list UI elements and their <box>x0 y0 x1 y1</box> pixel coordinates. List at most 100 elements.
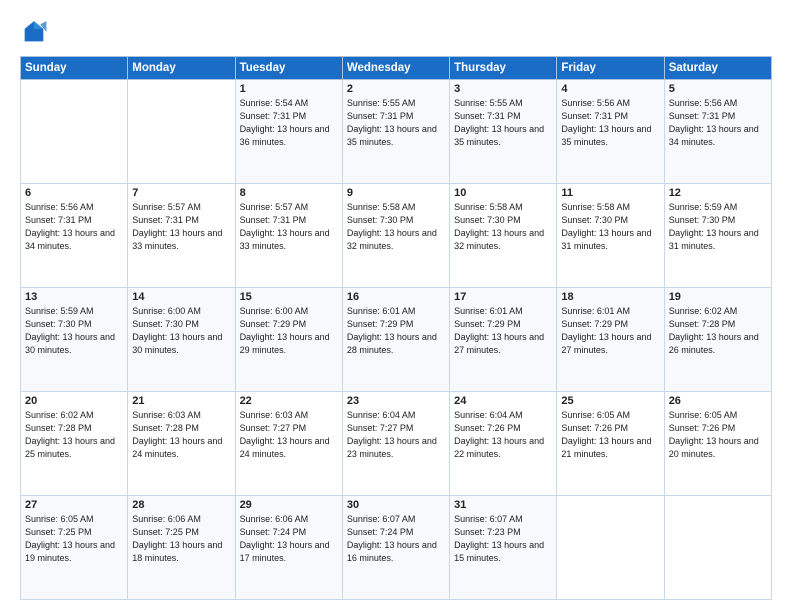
day-number: 15 <box>240 291 338 303</box>
day-info: Sunrise: 5:58 AMSunset: 7:30 PMDaylight:… <box>454 201 552 253</box>
day-info: Sunrise: 5:56 AMSunset: 7:31 PMDaylight:… <box>25 201 123 253</box>
weekday-saturday: Saturday <box>664 57 771 80</box>
day-info: Sunrise: 5:55 AMSunset: 7:31 PMDaylight:… <box>454 97 552 149</box>
calendar-cell: 5 Sunrise: 5:56 AMSunset: 7:31 PMDaylight… <box>664 80 771 184</box>
calendar-cell: 30Sunrise: 6:07 AMSunset: 7:24 PMDayligh… <box>342 496 449 600</box>
weekday-friday: Friday <box>557 57 664 80</box>
calendar-cell <box>557 496 664 600</box>
calendar-cell: 12Sunrise: 5:59 AMSunset: 7:30 PMDayligh… <box>664 184 771 288</box>
calendar-cell <box>128 80 235 184</box>
day-number: 21 <box>132 395 230 407</box>
day-info: Sunrise: 6:02 AMSunset: 7:28 PMDaylight:… <box>25 409 123 461</box>
day-info: Sunrise: 6:05 AMSunset: 7:26 PMDaylight:… <box>669 409 767 461</box>
day-number: 22 <box>240 395 338 407</box>
week-row-2: 6 Sunrise: 5:56 AMSunset: 7:31 PMDaylight… <box>21 184 772 288</box>
calendar-cell: 14 Sunrise: 6:00 AMSunset: 7:30 PMDayligh… <box>128 288 235 392</box>
calendar-cell: 3 Sunrise: 5:55 AMSunset: 7:31 PMDaylight… <box>450 80 557 184</box>
day-info: Sunrise: 5:54 AMSunset: 7:31 PMDaylight:… <box>240 97 338 149</box>
calendar-cell: 17Sunrise: 6:01 AMSunset: 7:29 PMDayligh… <box>450 288 557 392</box>
day-number: 7 <box>132 187 230 199</box>
day-number: 29 <box>240 499 338 511</box>
day-info: Sunrise: 6:04 AMSunset: 7:26 PMDaylight:… <box>454 409 552 461</box>
calendar-cell: 20 Sunrise: 6:02 AMSunset: 7:28 PMDayligh… <box>21 392 128 496</box>
calendar-cell <box>664 496 771 600</box>
day-number: 4 <box>561 83 659 95</box>
day-number: 9 <box>347 187 445 199</box>
day-number: 8 <box>240 187 338 199</box>
day-number: 17 <box>454 291 552 303</box>
day-number: 25 <box>561 395 659 407</box>
calendar-cell: 27 Sunrise: 6:05 AMSunset: 7:25 PMDayligh… <box>21 496 128 600</box>
day-number: 16 <box>347 291 445 303</box>
day-number: 14 <box>132 291 230 303</box>
day-info: Sunrise: 6:04 AMSunset: 7:27 PMDaylight:… <box>347 409 445 461</box>
day-number: 27 <box>25 499 123 511</box>
day-info: Sunrise: 5:58 AMSunset: 7:30 PMDaylight:… <box>561 201 659 253</box>
day-number: 23 <box>347 395 445 407</box>
day-info: Sunrise: 6:00 AMSunset: 7:30 PMDaylight:… <box>132 305 230 357</box>
weekday-wednesday: Wednesday <box>342 57 449 80</box>
calendar-cell: 19 Sunrise: 6:02 AMSunset: 7:28 PMDayligh… <box>664 288 771 392</box>
calendar-cell: 9 Sunrise: 5:58 AMSunset: 7:30 PMDaylight… <box>342 184 449 288</box>
day-number: 31 <box>454 499 552 511</box>
calendar-header: SundayMondayTuesdayWednesdayThursdayFrid… <box>21 57 772 80</box>
calendar-page: SundayMondayTuesdayWednesdayThursdayFrid… <box>0 0 792 612</box>
calendar-cell: 29 Sunrise: 6:06 AMSunset: 7:24 PMDayligh… <box>235 496 342 600</box>
day-info: Sunrise: 5:55 AMSunset: 7:31 PMDaylight:… <box>347 97 445 149</box>
calendar-cell: 25 Sunrise: 6:05 AMSunset: 7:26 PMDayligh… <box>557 392 664 496</box>
calendar-cell: 11 Sunrise: 5:58 AMSunset: 7:30 PMDayligh… <box>557 184 664 288</box>
logo <box>20 18 52 46</box>
week-row-1: 1Sunrise: 5:54 AMSunset: 7:31 PMDaylight… <box>21 80 772 184</box>
calendar-cell: 28 Sunrise: 6:06 AMSunset: 7:25 PMDayligh… <box>128 496 235 600</box>
calendar-cell: 16Sunrise: 6:01 AMSunset: 7:29 PMDayligh… <box>342 288 449 392</box>
day-info: Sunrise: 6:02 AMSunset: 7:28 PMDaylight:… <box>669 305 767 357</box>
day-info: Sunrise: 5:58 AMSunset: 7:30 PMDaylight:… <box>347 201 445 253</box>
day-info: Sunrise: 5:56 AMSunset: 7:31 PMDaylight:… <box>561 97 659 149</box>
weekday-monday: Monday <box>128 57 235 80</box>
calendar-table: SundayMondayTuesdayWednesdayThursdayFrid… <box>20 56 772 600</box>
calendar-cell: 23 Sunrise: 6:04 AMSunset: 7:27 PMDayligh… <box>342 392 449 496</box>
day-info: Sunrise: 6:03 AMSunset: 7:27 PMDaylight:… <box>240 409 338 461</box>
day-info: Sunrise: 6:05 AMSunset: 7:26 PMDaylight:… <box>561 409 659 461</box>
day-info: Sunrise: 5:59 AMSunset: 7:30 PMDaylight:… <box>25 305 123 357</box>
day-number: 24 <box>454 395 552 407</box>
week-row-5: 27 Sunrise: 6:05 AMSunset: 7:25 PMDayligh… <box>21 496 772 600</box>
day-number: 6 <box>25 187 123 199</box>
day-info: Sunrise: 5:57 AMSunset: 7:31 PMDaylight:… <box>132 201 230 253</box>
day-number: 3 <box>454 83 552 95</box>
day-number: 5 <box>669 83 767 95</box>
calendar-cell: 21 Sunrise: 6:03 AMSunset: 7:28 PMDayligh… <box>128 392 235 496</box>
calendar-cell: 26 Sunrise: 6:05 AMSunset: 7:26 PMDayligh… <box>664 392 771 496</box>
day-number: 26 <box>669 395 767 407</box>
header <box>20 18 772 46</box>
day-info: Sunrise: 6:06 AMSunset: 7:25 PMDaylight:… <box>132 513 230 565</box>
calendar-cell: 7 Sunrise: 5:57 AMSunset: 7:31 PMDaylight… <box>128 184 235 288</box>
day-info: Sunrise: 6:07 AMSunset: 7:23 PMDaylight:… <box>454 513 552 565</box>
day-number: 20 <box>25 395 123 407</box>
day-number: 11 <box>561 187 659 199</box>
calendar-cell: 8 Sunrise: 5:57 AMSunset: 7:31 PMDaylight… <box>235 184 342 288</box>
day-number: 10 <box>454 187 552 199</box>
calendar-cell: 1Sunrise: 5:54 AMSunset: 7:31 PMDaylight… <box>235 80 342 184</box>
day-info: Sunrise: 5:59 AMSunset: 7:30 PMDaylight:… <box>669 201 767 253</box>
day-number: 28 <box>132 499 230 511</box>
calendar-cell: 4 Sunrise: 5:56 AMSunset: 7:31 PMDaylight… <box>557 80 664 184</box>
calendar-cell: 18Sunrise: 6:01 AMSunset: 7:29 PMDayligh… <box>557 288 664 392</box>
calendar-cell <box>21 80 128 184</box>
weekday-row: SundayMondayTuesdayWednesdayThursdayFrid… <box>21 57 772 80</box>
day-info: Sunrise: 6:00 AMSunset: 7:29 PMDaylight:… <box>240 305 338 357</box>
calendar-cell: 24 Sunrise: 6:04 AMSunset: 7:26 PMDayligh… <box>450 392 557 496</box>
calendar-cell: 15 Sunrise: 6:00 AMSunset: 7:29 PMDayligh… <box>235 288 342 392</box>
day-info: Sunrise: 6:01 AMSunset: 7:29 PMDaylight:… <box>561 305 659 357</box>
day-number: 19 <box>669 291 767 303</box>
day-info: Sunrise: 5:57 AMSunset: 7:31 PMDaylight:… <box>240 201 338 253</box>
day-number: 30 <box>347 499 445 511</box>
day-info: Sunrise: 6:05 AMSunset: 7:25 PMDaylight:… <box>25 513 123 565</box>
week-row-4: 20 Sunrise: 6:02 AMSunset: 7:28 PMDayligh… <box>21 392 772 496</box>
day-number: 13 <box>25 291 123 303</box>
day-info: Sunrise: 6:03 AMSunset: 7:28 PMDaylight:… <box>132 409 230 461</box>
day-info: Sunrise: 5:56 AMSunset: 7:31 PMDaylight:… <box>669 97 767 149</box>
logo-icon <box>20 18 48 46</box>
day-info: Sunrise: 6:06 AMSunset: 7:24 PMDaylight:… <box>240 513 338 565</box>
calendar-cell: 2Sunrise: 5:55 AMSunset: 7:31 PMDaylight… <box>342 80 449 184</box>
